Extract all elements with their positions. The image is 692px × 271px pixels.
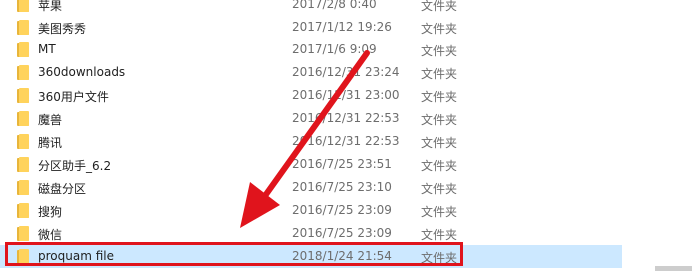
- file-type: 文件夹: [421, 90, 458, 104]
- file-modified-date: 2016/12/31 22:53: [292, 134, 400, 148]
- folder-icon: [17, 249, 29, 264]
- file-row-selected[interactable]: proquam file 2018/1/24 21:54 文件夹: [0, 245, 622, 268]
- file-modified-date: 2016/12/31 22:53: [292, 111, 400, 125]
- file-type: 文件夹: [421, 0, 458, 13]
- file-name: 美图秀秀: [38, 22, 87, 36]
- file-row[interactable]: 分区助手_6.2 2016/7/25 23:51 文件夹: [0, 153, 692, 176]
- file-row[interactable]: 魔兽 2016/12/31 22:53 文件夹: [0, 107, 692, 130]
- file-modified-date: 2016/7/25 23:09: [292, 226, 392, 240]
- file-name: MT: [38, 42, 56, 56]
- file-name: 360用户文件: [38, 90, 109, 104]
- folder-icon: [17, 203, 29, 218]
- file-name: 360downloads: [38, 65, 126, 79]
- file-modified-date: 2018/1/24 21:54: [292, 249, 392, 263]
- file-modified-date: 2017/2/8 0:40: [292, 0, 377, 11]
- file-row[interactable]: 苹果 2017/2/8 0:40 文件夹: [0, 0, 692, 16]
- file-type: 文件夹: [421, 113, 458, 127]
- folder-icon: [17, 111, 29, 126]
- file-row[interactable]: 腾讯 2016/12/31 22:53 文件夹: [0, 130, 692, 153]
- file-row[interactable]: 搜狗 2016/7/25 23:09 文件夹: [0, 199, 692, 222]
- folder-icon: [17, 42, 29, 57]
- file-name: 苹果: [38, 0, 63, 13]
- folder-icon: [17, 0, 29, 12]
- file-modified-date: 2017/1/6 9:09: [292, 42, 377, 56]
- folder-icon: [17, 20, 29, 35]
- file-row[interactable]: 360用户文件 2016/12/31 23:00 文件夹: [0, 84, 692, 107]
- file-type: 文件夹: [421, 136, 458, 150]
- file-list: 苹果 2017/2/8 0:40 文件夹 美图秀秀 2017/1/12 19:2…: [0, 0, 692, 271]
- file-row[interactable]: MT 2017/1/6 9:09 文件夹: [0, 38, 692, 61]
- file-type: 文件夹: [421, 22, 458, 36]
- folder-icon: [17, 65, 29, 80]
- file-type: 文件夹: [421, 44, 458, 58]
- file-modified-date: 2017/1/12 19:26: [292, 20, 392, 34]
- file-type: 文件夹: [421, 228, 458, 242]
- file-row[interactable]: 微信 2016/7/25 23:09 文件夹: [0, 222, 692, 245]
- file-row[interactable]: 360downloads 2016/12/31 23:24 文件夹: [0, 61, 692, 84]
- file-type: 文件夹: [421, 67, 458, 81]
- file-row[interactable]: 美图秀秀 2017/1/12 19:26 文件夹: [0, 16, 692, 39]
- file-name: 魔兽: [38, 113, 63, 127]
- file-name: 分区助手_6.2: [38, 159, 112, 173]
- file-name: 搜狗: [38, 205, 63, 219]
- file-row[interactable]: 磁盘分区 2016/7/25 23:10 文件夹: [0, 176, 692, 199]
- folder-icon: [17, 180, 29, 195]
- file-modified-date: 2016/7/25 23:51: [292, 157, 392, 171]
- file-name: proquam file: [38, 249, 114, 263]
- file-name: 腾讯: [38, 136, 63, 150]
- file-modified-date: 2016/7/25 23:10: [292, 180, 392, 194]
- file-type: 文件夹: [421, 182, 458, 196]
- file-type: 文件夹: [421, 251, 458, 265]
- horizontal-scrollbar-thumb[interactable]: [655, 266, 692, 271]
- folder-icon: [17, 157, 29, 172]
- folder-icon: [17, 134, 29, 149]
- file-modified-date: 2016/12/31 23:24: [292, 65, 400, 79]
- file-modified-date: 2016/7/25 23:09: [292, 203, 392, 217]
- file-modified-date: 2016/12/31 23:00: [292, 88, 400, 102]
- file-name: 磁盘分区: [38, 182, 87, 196]
- folder-icon: [17, 88, 29, 103]
- file-name: 微信: [38, 228, 63, 242]
- folder-icon: [17, 226, 29, 241]
- file-type: 文件夹: [421, 159, 458, 173]
- file-type: 文件夹: [421, 205, 458, 219]
